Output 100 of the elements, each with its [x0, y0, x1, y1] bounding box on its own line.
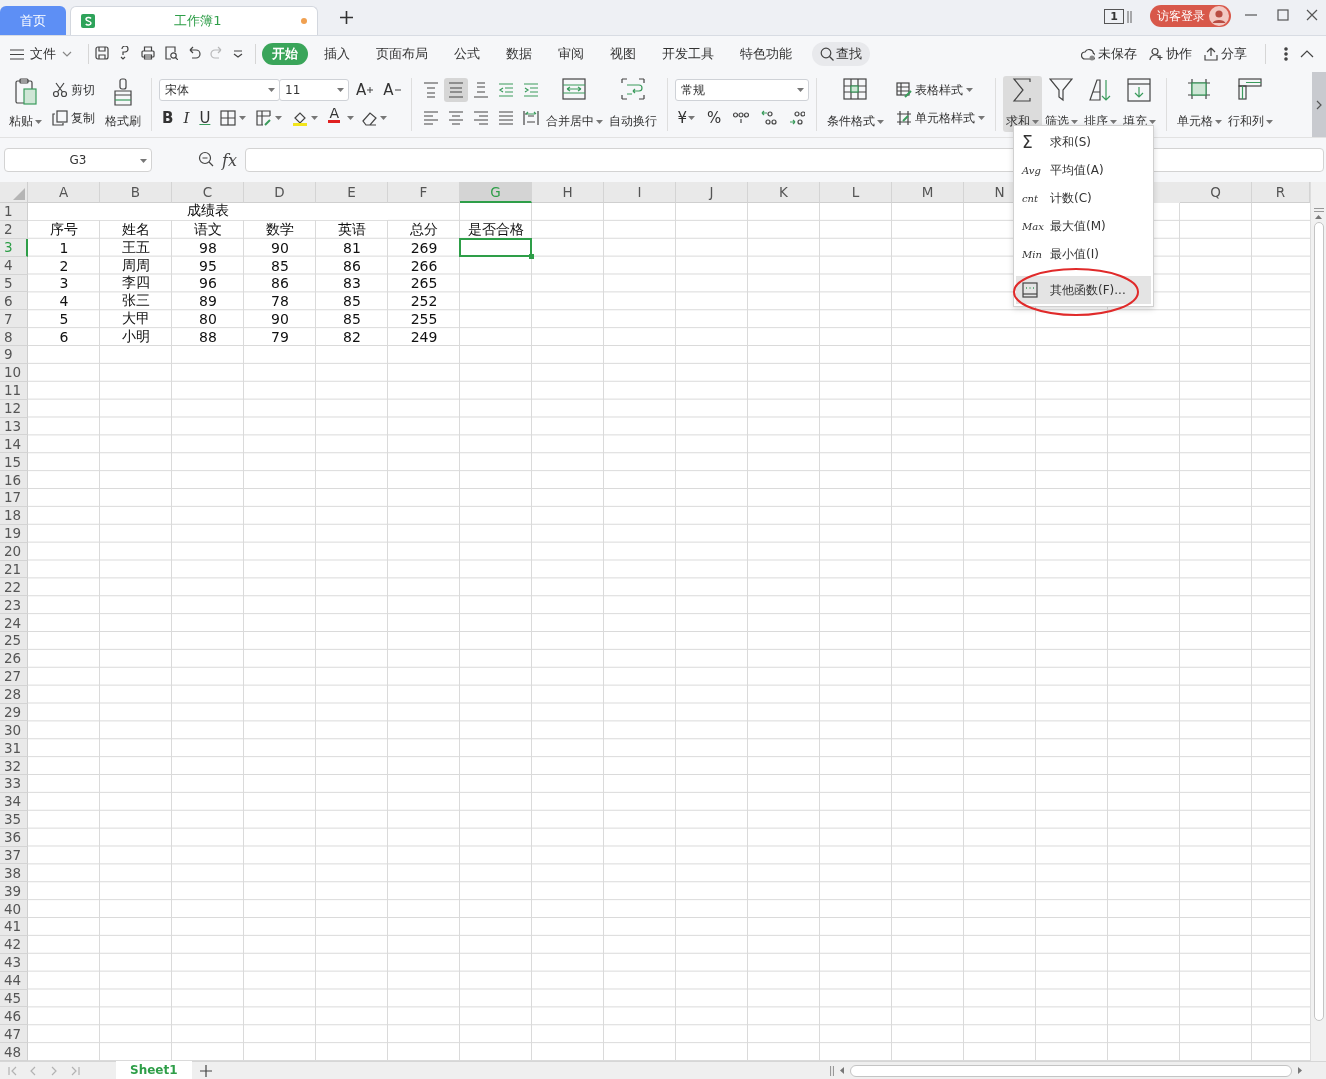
row-header[interactable]: 8 — [0, 328, 28, 346]
ribbon-tab[interactable]: 视图 — [600, 43, 646, 65]
cut-button[interactable]: 剪切 — [49, 78, 98, 102]
print-icon[interactable] — [141, 45, 155, 63]
sum-button[interactable]: 求和 — [1002, 76, 1042, 132]
row-header[interactable]: 16 — [0, 471, 28, 489]
ribbon-tab[interactable]: 数据 — [496, 43, 542, 65]
column-header[interactable]: C — [172, 182, 244, 203]
save-icon[interactable] — [95, 45, 109, 63]
column-header[interactable]: Q — [1180, 182, 1252, 203]
row-header[interactable]: 24 — [0, 614, 28, 632]
format-painter-button[interactable]: 格式刷 — [102, 76, 144, 132]
collaborate-button[interactable]: 协作 — [1149, 45, 1192, 63]
row-header[interactable]: 48 — [0, 1043, 28, 1061]
login-button[interactable]: 访客登录 — [1150, 5, 1231, 27]
menu-item[interactable]: 其他函数(F)... — [1016, 276, 1151, 304]
merge-center-button[interactable]: 合并居中 — [542, 76, 606, 132]
column-header[interactable]: E — [316, 182, 388, 203]
currency-button[interactable]: ¥ — [674, 106, 699, 130]
sheet-tab[interactable]: Sheet1 — [116, 1061, 192, 1079]
table-style-button[interactable]: 表格样式 — [892, 78, 988, 102]
row-header[interactable]: 15 — [0, 453, 28, 472]
percent-button[interactable]: % — [704, 106, 725, 130]
collapse-icon[interactable] — [1300, 50, 1314, 58]
column-header[interactable]: R — [1252, 182, 1310, 203]
scroll-left-icon[interactable] — [840, 1067, 844, 1074]
rows-columns-button[interactable]: 行和列 — [1224, 76, 1276, 132]
add-sheet-icon[interactable] — [199, 1064, 212, 1077]
ribbon-tab[interactable]: 插入 — [314, 43, 360, 65]
column-header[interactable]: D — [244, 182, 316, 203]
row-header[interactable]: 46 — [0, 1007, 28, 1026]
more-icon[interactable] — [1284, 47, 1288, 61]
copy-button[interactable]: 复制 — [49, 106, 98, 130]
ribbon-tab[interactable]: 特色功能 — [730, 43, 802, 65]
function-button[interactable]: fx — [222, 150, 237, 170]
column-header[interactable]: H — [532, 182, 604, 203]
ribbon-tab[interactable]: 页面布局 — [366, 43, 438, 65]
row-header[interactable]: 47 — [0, 1025, 28, 1044]
row-header[interactable]: 41 — [0, 918, 28, 936]
menu-item[interactable]: Min 最小值(I) — [1016, 240, 1151, 268]
ribbon-tab[interactable]: 公式 — [444, 43, 490, 65]
row-header[interactable]: 9 — [0, 346, 28, 364]
row-header[interactable]: 6 — [0, 292, 28, 311]
window-count[interactable]: 1 — [1104, 8, 1124, 24]
font-color-button[interactable]: A — [325, 106, 344, 130]
menu-item[interactable]: Max 最大值(M) — [1016, 212, 1151, 240]
new-tab-icon[interactable] — [340, 11, 353, 24]
share-button[interactable]: 分享 — [1204, 45, 1247, 63]
column-header[interactable]: K — [748, 182, 820, 203]
row-header[interactable]: 33 — [0, 775, 28, 793]
column-header[interactable]: J — [676, 182, 748, 203]
scroll-up-icon[interactable] — [1315, 215, 1322, 219]
paste-button[interactable]: 粘贴 — [6, 76, 45, 132]
row-header[interactable]: 1 — [0, 203, 28, 221]
close-icon[interactable] — [1306, 8, 1318, 21]
column-header[interactable]: A — [28, 182, 100, 203]
row-header[interactable]: 25 — [0, 632, 28, 650]
print-preview-icon[interactable] — [164, 45, 178, 63]
ribbon-tab[interactable]: 开发工具 — [652, 43, 724, 65]
scrollbar-thumb[interactable] — [1313, 222, 1324, 1021]
grow-font-button[interactable]: A — [353, 78, 377, 102]
row-header[interactable]: 32 — [0, 757, 28, 775]
row-header[interactable]: 22 — [0, 578, 28, 597]
row-header[interactable]: 14 — [0, 435, 28, 454]
font-size-field[interactable]: 11 — [279, 79, 349, 101]
row-header[interactable]: 40 — [0, 900, 28, 918]
column-header[interactable]: M — [892, 182, 964, 203]
row-header[interactable]: 17 — [0, 489, 28, 507]
scrollbar-thumb[interactable] — [850, 1064, 1292, 1077]
row-header[interactable]: 30 — [0, 721, 28, 740]
column-header[interactable]: B — [100, 182, 172, 203]
italic-button[interactable]: I — [180, 106, 193, 130]
row-header[interactable]: 7 — [0, 310, 28, 329]
column-header[interactable]: F — [388, 182, 460, 203]
row-header[interactable]: 23 — [0, 596, 28, 615]
scroll-right-icon[interactable] — [1298, 1067, 1302, 1074]
bold-button[interactable]: B — [159, 106, 177, 130]
save-status-button[interactable]: 未保存 — [1081, 45, 1137, 63]
menu-item[interactable]: Avg 平均值(A) — [1016, 156, 1151, 184]
workbook-tab[interactable]: 工作簿1 — [70, 6, 318, 35]
wrap-text-button[interactable]: 自动换行 — [605, 76, 660, 132]
active-cell[interactable] — [459, 237, 532, 257]
cell-style-button[interactable]: 单元格样式 — [892, 106, 988, 130]
row-header[interactable]: 38 — [0, 864, 28, 883]
alignment-button[interactable] — [443, 78, 468, 102]
customize-icon[interactable] — [233, 50, 243, 58]
number-format-field[interactable]: 常规 — [674, 79, 809, 101]
column-header[interactable]: I — [604, 182, 676, 203]
cells-button[interactable]: 单元格 — [1173, 76, 1225, 132]
chevron-right-icon[interactable] — [1316, 99, 1322, 110]
row-header[interactable]: 31 — [0, 739, 28, 758]
zoom-icon[interactable] — [198, 150, 214, 167]
column-header[interactable]: L — [820, 182, 892, 203]
file-menu[interactable]: 文件 — [10, 45, 72, 63]
name-box[interactable]: G3 — [4, 148, 152, 172]
font-name-field[interactable]: 宋体 — [159, 79, 280, 101]
underline-button[interactable]: U — [196, 106, 214, 130]
row-header[interactable]: 39 — [0, 882, 28, 901]
maximize-icon[interactable] — [1277, 8, 1289, 21]
conditional-format-button[interactable]: 条件格式 — [823, 76, 887, 132]
